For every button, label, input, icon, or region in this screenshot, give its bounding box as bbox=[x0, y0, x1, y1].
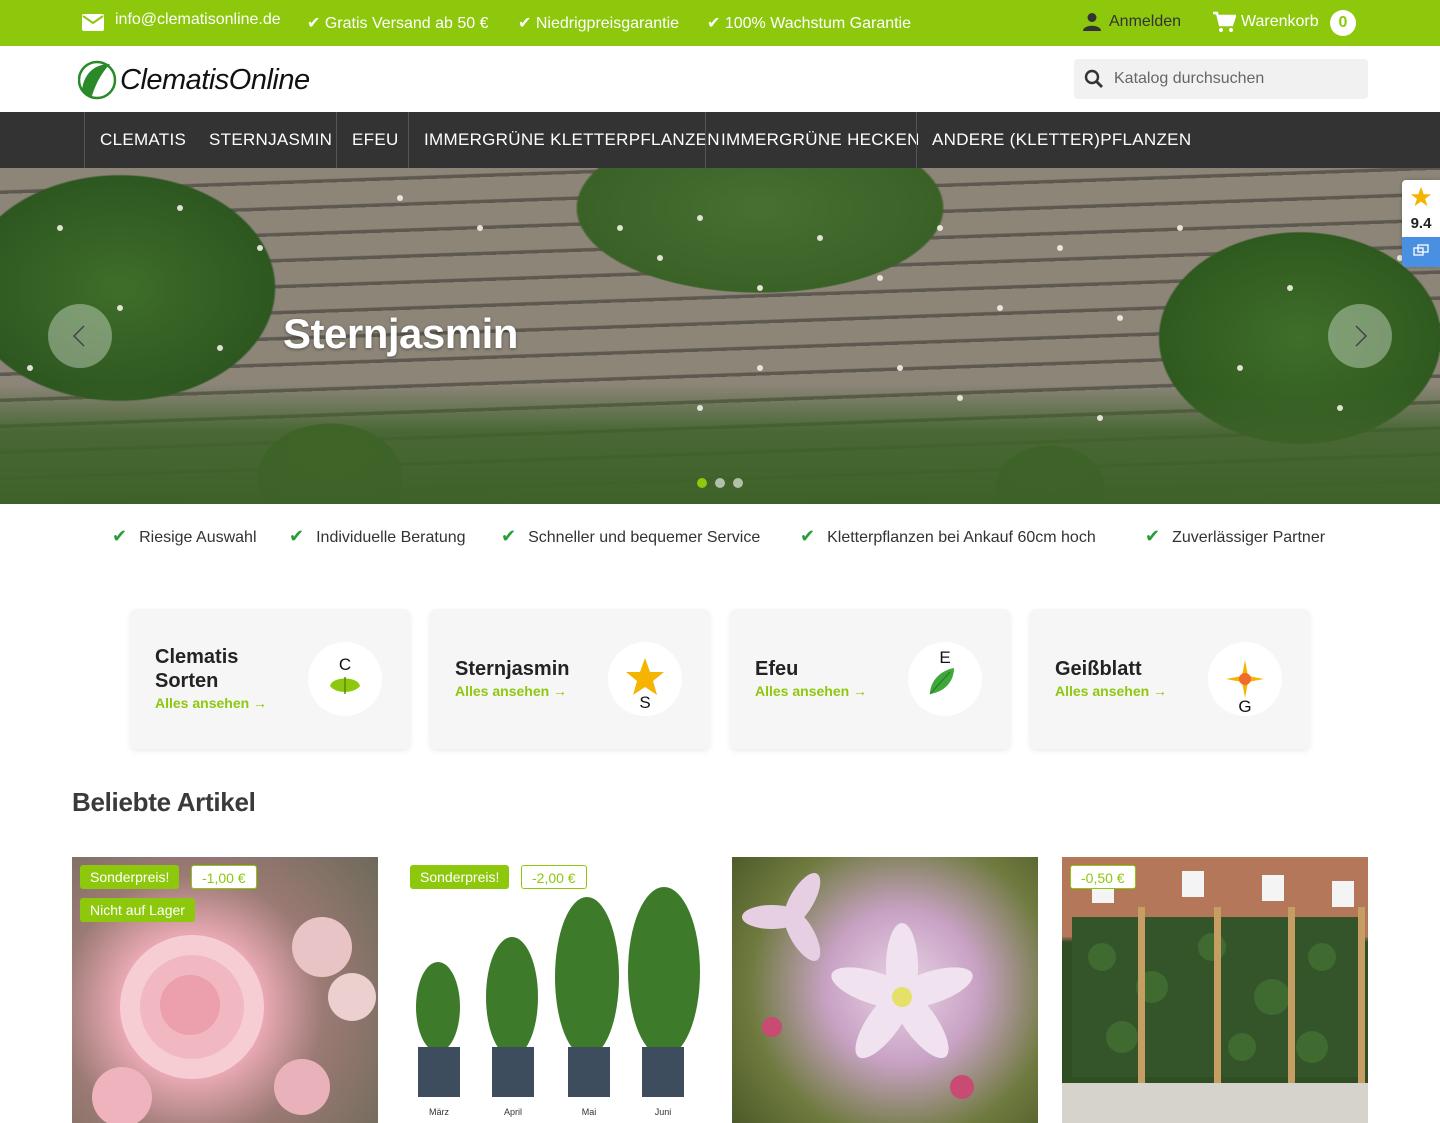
nav-item-immergruene-hecken[interactable]: IMMERGRÜNE HECKEN bbox=[721, 112, 920, 168]
category-letter: E bbox=[939, 648, 950, 667]
check-icon: ✔ bbox=[501, 526, 517, 546]
main-nav: CLEMATIS STERNJASMIN EFEU IMMERGRÜNE KLE… bbox=[0, 112, 1440, 168]
logo-text: ClematisOnline bbox=[120, 64, 310, 96]
category-icon-circle: S bbox=[608, 642, 682, 716]
cart-link[interactable]: Warenkorb bbox=[1241, 13, 1319, 31]
category-link[interactable]: Alles ansehen → bbox=[455, 683, 567, 699]
product-card[interactable]: -0,50 € bbox=[1062, 857, 1368, 1123]
contact-email[interactable]: info@clematisonline.de bbox=[115, 11, 281, 29]
category-link[interactable]: Alles ansehen → bbox=[155, 695, 267, 711]
usp-item: ✔ Individuelle Beratung bbox=[289, 526, 466, 546]
login-link[interactable]: Anmelden bbox=[1109, 13, 1181, 31]
category-card-sternjasmin[interactable]: Sternjasmin Alles ansehen → S bbox=[430, 609, 710, 749]
pot-label: Mai bbox=[582, 1107, 597, 1117]
badge-discount: -1,00 € bbox=[191, 865, 257, 889]
nav-separator bbox=[336, 112, 337, 168]
clematis-category-icon: C bbox=[330, 655, 360, 694]
category-title: Geißblatt bbox=[1055, 658, 1142, 680]
usp-item: ✔ Riesige Auswahl bbox=[112, 526, 257, 546]
hero-next-button[interactable] bbox=[1328, 304, 1392, 368]
category-icon-circle: G bbox=[1208, 642, 1282, 716]
efeu-category-icon: E bbox=[929, 648, 954, 695]
nav-item-andere-pflanzen[interactable]: ANDERE (KLETTER)PFLANZEN bbox=[932, 112, 1191, 168]
category-title: Clematis Sorten bbox=[155, 646, 239, 692]
chevron-left-icon bbox=[72, 325, 85, 347]
category-link[interactable]: Alles ansehen → bbox=[1055, 683, 1167, 699]
nav-item-clematis[interactable]: CLEMATIS bbox=[100, 112, 186, 168]
user-icon bbox=[1083, 13, 1101, 31]
category-letter: G bbox=[1238, 697, 1251, 716]
category-title: Sternjasmin bbox=[455, 658, 570, 680]
category-card-efeu[interactable]: Efeu Alles ansehen → E bbox=[730, 609, 1010, 749]
category-title: Efeu bbox=[755, 658, 799, 680]
badge-out-of-stock: Nicht auf Lager bbox=[80, 898, 195, 922]
category-letter: C bbox=[339, 655, 351, 674]
usp-item: ✔ Schneller und bequemer Service bbox=[501, 526, 761, 546]
nav-separator bbox=[84, 112, 85, 168]
check-icon: ✔ bbox=[800, 526, 816, 546]
usp-item: ✔ Kletterpflanzen bei Ankauf 60cm hoch bbox=[800, 526, 1096, 546]
usp-row: ✔ Riesige Auswahl ✔ Individuelle Beratung … bbox=[0, 522, 1440, 552]
chevron-right-icon bbox=[1355, 325, 1368, 347]
category-icon-circle: E bbox=[908, 642, 982, 716]
cart-count-badge: 0 bbox=[1330, 10, 1356, 36]
product-card[interactable] bbox=[732, 857, 1038, 1123]
top-bar: info@clematisonline.de ✔ Gratis Versand … bbox=[0, 0, 1440, 46]
usp-growth-guarantee: ✔ 100% Wachstum Garantie bbox=[707, 15, 912, 32]
geissblatt-category-icon: G bbox=[1226, 660, 1264, 716]
product-image-clematis bbox=[742, 873, 974, 1099]
cart-icon bbox=[1213, 11, 1236, 32]
rating-widget[interactable]: 9.4 bbox=[1402, 180, 1440, 267]
logo[interactable]: ClematisOnline bbox=[78, 60, 318, 100]
nav-item-immergruene-kletterpflanzen[interactable]: IMMERGRÜNE KLETTERPFLANZEN bbox=[424, 112, 720, 168]
product-card[interactable]: März April Mai Juni Sonderpreis! -2,00 € bbox=[402, 857, 708, 1123]
chat-icon bbox=[1413, 244, 1429, 256]
search-icon[interactable] bbox=[1084, 69, 1104, 89]
product-image-rose bbox=[92, 917, 376, 1123]
product-image-pots: März April Mai Juni bbox=[416, 878, 700, 1117]
hero-prev-button[interactable] bbox=[48, 304, 112, 368]
product-image-hedge bbox=[1062, 857, 1368, 1123]
nav-separator bbox=[408, 112, 409, 168]
chat-button[interactable] bbox=[1402, 237, 1440, 267]
hero-title: Sternjasmin bbox=[283, 310, 518, 357]
nav-separator bbox=[916, 112, 917, 168]
usp-low-price: ✔ Niedrigpreisgarantie bbox=[518, 15, 680, 32]
category-letter: S bbox=[639, 693, 650, 712]
hero-dot-1[interactable] bbox=[697, 478, 707, 488]
badge-discount: -2,00 € bbox=[521, 865, 587, 889]
category-icon-circle: C bbox=[308, 642, 382, 716]
hero-flowers-decoration bbox=[27, 195, 1403, 421]
mail-icon bbox=[82, 14, 104, 31]
check-icon: ✔ bbox=[112, 526, 128, 546]
hero-slider: Sternjasmin bbox=[0, 168, 1440, 504]
nav-separator bbox=[705, 112, 706, 168]
search-box bbox=[1074, 59, 1368, 99]
check-icon: ✔ bbox=[1145, 526, 1161, 546]
category-link[interactable]: Alles ansehen → bbox=[755, 683, 867, 699]
pot-label: März bbox=[429, 1107, 449, 1117]
pot-label: April bbox=[504, 1107, 522, 1117]
category-card-clematis[interactable]: Clematis Sorten Alles ansehen → C bbox=[130, 609, 410, 749]
check-icon: ✔ bbox=[289, 526, 305, 546]
rating-score: 9.4 bbox=[1410, 215, 1432, 232]
usp-free-shipping: ✔ Gratis Versand ab 50 € bbox=[307, 15, 489, 32]
nav-item-sternjasmin[interactable]: STERNJASMIN bbox=[209, 112, 332, 168]
section-title-popular: Beliebte Artikel bbox=[72, 787, 256, 817]
sternjasmin-category-icon: S bbox=[626, 658, 664, 712]
badge-discount: -0,50 € bbox=[1070, 865, 1136, 889]
badge-special-price: Sonderpreis! bbox=[80, 865, 180, 889]
product-card[interactable]: Sonderpreis! -1,00 € Nicht auf Lager bbox=[72, 857, 378, 1123]
badge-special-price: Sonderpreis! bbox=[410, 865, 510, 889]
usp-item: ✔ Zuverlässiger Partner bbox=[1145, 526, 1326, 546]
hero-dot-2[interactable] bbox=[715, 478, 725, 488]
header: ClematisOnline bbox=[0, 46, 1440, 112]
category-card-geissblatt[interactable]: Geißblatt Alles ansehen → G bbox=[1030, 609, 1310, 749]
star-icon bbox=[1410, 186, 1432, 207]
hero-dot-3[interactable] bbox=[733, 478, 743, 488]
search-input[interactable] bbox=[1114, 59, 1364, 99]
logo-leaf-icon bbox=[78, 60, 117, 100]
nav-item-efeu[interactable]: EFEU bbox=[352, 112, 399, 168]
pot-label: Juni bbox=[655, 1107, 672, 1117]
